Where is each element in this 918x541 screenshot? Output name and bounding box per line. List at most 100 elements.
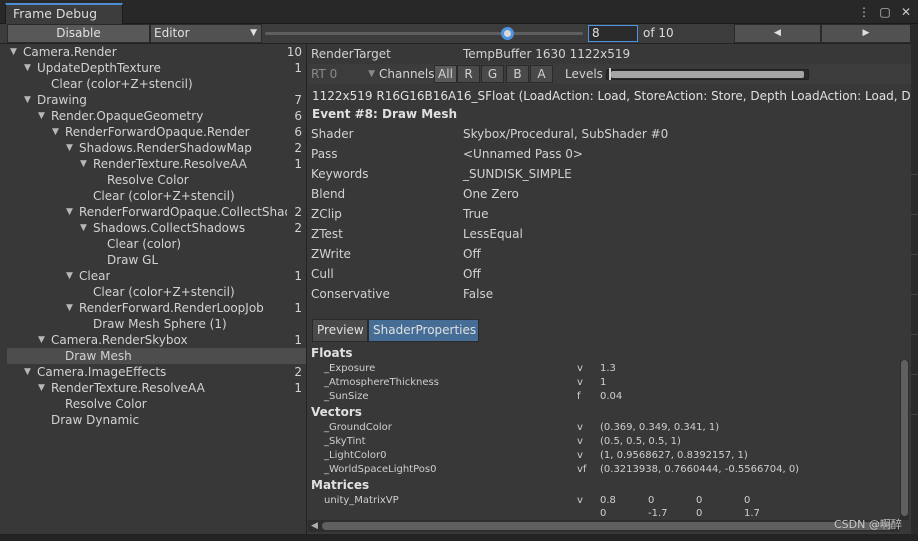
state-value: _SUNDISK_SIMPLE [463, 167, 572, 181]
property-value: (0.3213938, 0.7660444, -0.5566704, 0) [600, 464, 800, 475]
levels-min-handle[interactable] [609, 68, 611, 80]
tree-row-label: RenderForwardOpaque.CollectShadows [79, 205, 287, 219]
tree-row[interactable]: Draw Mesh Sphere (1) [7, 316, 306, 332]
expand-arrow-icon[interactable]: ▼ [10, 44, 17, 60]
tab-frame-debug[interactable]: Frame Debug [5, 3, 123, 24]
expand-arrow-icon[interactable]: ▼ [38, 108, 45, 124]
tree-row-label: UpdateDepthTexture [37, 61, 161, 75]
tree-row[interactable]: Draw Dynamic [7, 412, 306, 428]
properties-horizontal-scrollbar[interactable]: ◀ [308, 520, 900, 532]
channel-r-button[interactable]: R [457, 65, 480, 83]
state-key: Keywords [311, 167, 369, 181]
state-value: One Zero [463, 187, 519, 201]
next-event-button[interactable]: ▶ [821, 24, 911, 43]
expand-arrow-icon[interactable]: ▼ [66, 300, 73, 316]
state-value: LessEqual [463, 227, 523, 241]
tree-row-label: Draw Mesh Sphere (1) [93, 317, 227, 331]
rt-select-dropdown[interactable]: RT 0 ▼ [311, 66, 375, 82]
matrix-cell: 1.7 [744, 508, 760, 518]
tree-row[interactable]: ▼ RenderForwardOpaque.CollectShadows 2 [7, 204, 306, 220]
tree-row[interactable]: ▼ UpdateDepthTexture 1 [7, 60, 306, 76]
matrix-cell: 0 [600, 508, 607, 518]
tree-row[interactable]: ▼ RenderTexture.ResolveAA 1 [7, 156, 306, 172]
disable-button[interactable]: Disable [7, 24, 150, 43]
state-value: Off [463, 247, 481, 261]
property-name: _Exposure [324, 363, 376, 374]
tree-row-label: Drawing [37, 93, 87, 107]
expand-arrow-icon[interactable]: ▼ [66, 268, 73, 284]
tree-row[interactable]: Clear (color+Z+stencil) [7, 188, 306, 204]
tree-row[interactable]: ▼ Render.OpaqueGeometry 6 [7, 108, 306, 124]
tree-row-label: Clear (color+Z+stencil) [93, 189, 235, 203]
expand-arrow-icon[interactable]: ▼ [24, 92, 31, 108]
property-name: _WorldSpaceLightPos0 [324, 464, 437, 475]
target-dropdown[interactable]: Editor ▼ [150, 24, 262, 43]
property-type: vf [577, 464, 587, 475]
tree-row[interactable]: ▼ Camera.ImageEffects 2 [7, 364, 306, 380]
channel-all-button[interactable]: All [434, 65, 457, 83]
property-type: v [577, 436, 583, 447]
state-key: ZClip [311, 207, 342, 221]
properties-vertical-scrollbar[interactable] [900, 360, 909, 520]
maximize-icon[interactable]: ▢ [879, 4, 891, 20]
tree-row[interactable]: Draw GL [7, 252, 306, 268]
state-value: True [463, 207, 489, 221]
expand-arrow-icon[interactable]: ▼ [66, 204, 73, 220]
property-value: (0.369, 0.349, 0.341, 1) [600, 422, 720, 433]
tree-row[interactable]: Clear (color) [7, 236, 306, 252]
render-target-options: RT 0 ▼ Channels All R G B A Levels [308, 64, 911, 84]
tree-row-count: 2 [294, 141, 302, 155]
levels-range-slider[interactable] [606, 69, 809, 80]
tree-row[interactable]: ▼ Camera.Render 10 [7, 44, 306, 60]
vertical-ellipsis-icon[interactable]: ⋮ [858, 4, 870, 20]
frame-number-input[interactable]: 8 [588, 25, 638, 42]
tree-row-label: Camera.Render [23, 45, 117, 59]
channel-g-button[interactable]: G [481, 65, 504, 83]
channel-b-button[interactable]: B [506, 65, 529, 83]
tree-row[interactable]: Resolve Color [7, 172, 306, 188]
expand-arrow-icon[interactable]: ▼ [80, 220, 87, 236]
previous-event-button[interactable]: ◀ [734, 24, 821, 43]
tree-row[interactable]: ▼ RenderForward.RenderLoopJob 1 [7, 300, 306, 316]
scroll-left-icon[interactable]: ◀ [311, 520, 318, 532]
matrix-cell: 0 [744, 495, 751, 506]
tree-row-label: Draw GL [107, 253, 159, 267]
state-key: ZTest [311, 227, 343, 241]
levels-label: Levels [565, 67, 603, 81]
tree-row[interactable]: ▼ Shadows.RenderShadowMap 2 [7, 140, 306, 156]
tree-row[interactable]: ▼ Camera.RenderSkybox 1 [7, 332, 306, 348]
expand-arrow-icon[interactable]: ▼ [38, 380, 45, 396]
expand-arrow-icon[interactable]: ▼ [24, 60, 31, 76]
tree-row[interactable]: ▼ RenderTexture.ResolveAA 1 [7, 380, 306, 396]
tree-row-count: 1 [294, 301, 302, 315]
tree-row[interactable]: Clear (color+Z+stencil) [7, 284, 306, 300]
tab-preview[interactable]: Preview [312, 319, 368, 342]
expand-arrow-icon[interactable]: ▼ [38, 332, 45, 348]
tree-row-label: Camera.RenderSkybox [51, 333, 188, 347]
property-value: (0.5, 0.5, 0.5, 1) [600, 436, 681, 447]
frame-slider-handle[interactable] [501, 27, 515, 40]
close-icon[interactable]: ✕ [900, 4, 912, 20]
property-type: v [577, 450, 583, 461]
state-key: Cull [311, 267, 334, 281]
tree-row[interactable]: ▼ RenderForwardOpaque.Render 6 [7, 124, 306, 140]
window-edge-strip [911, 24, 918, 541]
tree-row-label: RenderTexture.ResolveAA [93, 157, 247, 171]
expand-arrow-icon[interactable]: ▼ [66, 140, 73, 156]
tree-row[interactable]: Resolve Color [7, 396, 306, 412]
channel-a-button[interactable]: A [530, 65, 553, 83]
tree-row[interactable]: ▼ Drawing 7 [7, 92, 306, 108]
expand-arrow-icon[interactable]: ▼ [80, 156, 87, 172]
tree-row[interactable]: Clear (color+Z+stencil) [7, 76, 306, 92]
expand-arrow-icon[interactable]: ▼ [24, 364, 31, 380]
tree-row-label: Clear (color+Z+stencil) [51, 77, 193, 91]
expand-arrow-icon[interactable]: ▼ [52, 124, 59, 140]
tree-row[interactable]: ▼ Clear 1 [7, 268, 306, 284]
matrix-cell: 0.8 [600, 495, 616, 506]
tab-shader-properties[interactable]: ShaderProperties [368, 319, 479, 342]
frame-slider-track[interactable] [265, 32, 583, 35]
tree-row-count: 6 [294, 109, 302, 123]
tree-row[interactable]: ▼ Shadows.CollectShadows 2 [7, 220, 306, 236]
tree-row[interactable]: Draw Mesh [7, 348, 306, 364]
property-name: _GroundColor [324, 422, 392, 433]
